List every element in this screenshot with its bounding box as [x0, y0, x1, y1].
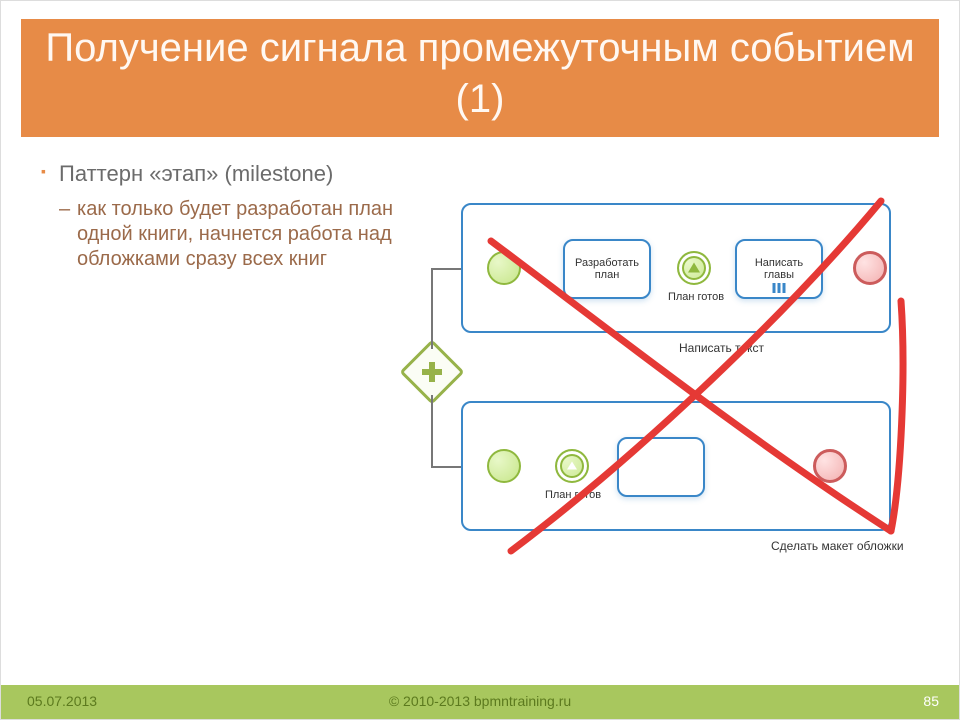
task-develop-plan: Разработать план: [563, 239, 651, 299]
slide-title: Получение сигнала промежуточным событием…: [21, 19, 939, 137]
signal-throw-event-icon: [677, 251, 711, 285]
end-event-top-icon: [853, 251, 887, 285]
footer-bar: 05.07.2013 © 2010-2013 bpmntraining.ru 8…: [1, 685, 959, 719]
pool-top: Разработать план План готов Написать гла…: [461, 203, 891, 333]
pool-bot-label: Сделать макет обложки: [771, 539, 904, 553]
footer-date: 05.07.2013: [27, 693, 97, 709]
pool-bottom: План готов: [461, 401, 891, 531]
bullet-level2: как только будет разработан план одной к…: [41, 197, 401, 272]
bpmn-diagram: Разработать план План готов Написать гла…: [401, 191, 921, 571]
task-blank: [617, 437, 705, 497]
end-event-bot-icon: [813, 449, 847, 483]
event-label-plan-ready-top: План готов: [661, 291, 731, 303]
signal-catch-event-icon: [555, 449, 589, 483]
multi-instance-icon: [773, 283, 786, 293]
bullet-level1: Паттерн «этап» (milestone): [41, 161, 401, 187]
start-event-bot-icon: [487, 449, 521, 483]
start-event-top-icon: [487, 251, 521, 285]
event-label-plan-ready-bot: План готов: [537, 489, 609, 501]
task-write-chapters-label: Написать главы: [741, 257, 817, 281]
pool-top-label: Написать текст: [679, 341, 764, 355]
body-text: Паттерн «этап» (milestone) как только бу…: [41, 161, 401, 272]
footer-page-number: 85: [923, 693, 939, 709]
slide: Получение сигнала промежуточным событием…: [0, 0, 960, 720]
footer-copyright: © 2010-2013 bpmntraining.ru: [389, 693, 571, 709]
task-write-chapters: Написать главы: [735, 239, 823, 299]
